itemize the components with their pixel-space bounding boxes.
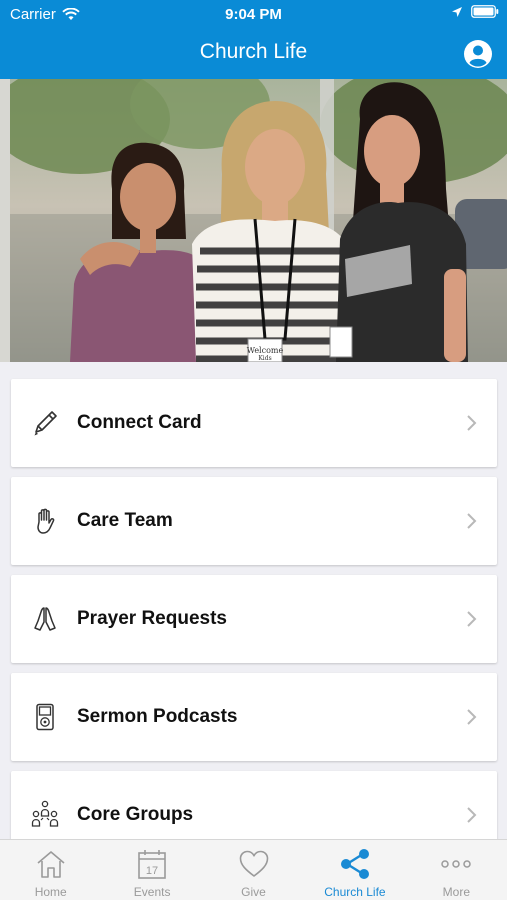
tab-more[interactable]: More [406, 840, 507, 900]
chevron-right-icon [467, 611, 477, 627]
tab-label: Events [133, 885, 171, 899]
menu-item-label: Core Groups [77, 804, 194, 825]
battery-icon [471, 5, 499, 18]
calendar-day-number: 17 [146, 865, 158, 877]
hand-icon [29, 505, 61, 537]
heart-icon [237, 847, 271, 881]
app-header: Carrier 9:04 PM Church Life [0, 0, 507, 79]
menu-item-connect-card[interactable]: Connect Card [11, 379, 497, 467]
menu-item-core-groups[interactable]: Core Groups [11, 771, 497, 839]
menu-item-label: Care Team [77, 510, 173, 531]
profile-button[interactable] [463, 39, 493, 69]
tab-home[interactable]: Home [0, 840, 101, 900]
praying-hands-icon [29, 603, 61, 635]
group-icon [29, 799, 61, 831]
hero-badge-welcome: Welcome [247, 346, 284, 355]
status-bar: Carrier 9:04 PM [0, 0, 507, 28]
hero-photo: Welcome Kids [0, 79, 507, 362]
menu-item-prayer-requests[interactable]: Prayer Requests [11, 575, 497, 663]
ipod-icon [29, 701, 61, 733]
chevron-right-icon [467, 807, 477, 823]
tab-label: Home [34, 885, 67, 899]
tab-events[interactable]: 17 Events [101, 840, 202, 900]
chevron-right-icon [467, 709, 477, 725]
menu-item-label: Prayer Requests [77, 608, 227, 629]
tab-church-life[interactable]: Church Life [304, 840, 405, 900]
chevron-right-icon [467, 513, 477, 529]
tab-label: Church Life [324, 885, 386, 899]
hero-badge-kids: Kids [258, 355, 271, 362]
tab-label: More [442, 885, 470, 899]
tab-bar: Home 17 Events Give Church Life More [0, 839, 507, 900]
menu-list: Connect Card Care Team Prayer Requests S… [0, 362, 507, 839]
share-icon [338, 847, 372, 881]
tab-give[interactable]: Give [203, 840, 304, 900]
more-icon [439, 847, 473, 881]
location-arrow-icon [452, 6, 462, 17]
chevron-right-icon [467, 415, 477, 431]
calendar-icon: 17 [135, 847, 169, 881]
page-title: Church Life [199, 40, 308, 63]
home-icon [34, 847, 68, 881]
user-profile-icon [464, 40, 492, 68]
menu-item-sermon-podcasts[interactable]: Sermon Podcasts [11, 673, 497, 761]
menu-item-label: Connect Card [77, 412, 202, 433]
pencil-icon [29, 407, 61, 439]
tab-label: Give [241, 885, 266, 899]
status-time: 9:04 PM [225, 6, 282, 23]
menu-item-care-team[interactable]: Care Team [11, 477, 497, 565]
menu-item-label: Sermon Podcasts [77, 706, 238, 727]
